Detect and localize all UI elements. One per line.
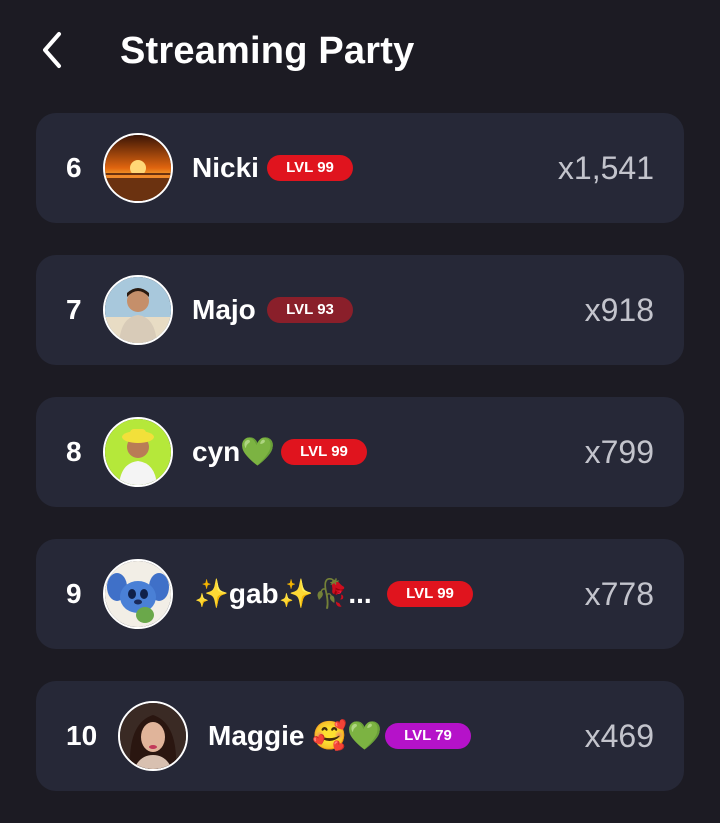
avatar[interactable] [103,417,173,487]
rank-number: 6 [66,152,82,183]
user-name: ✨gab✨🥀... [194,578,372,609]
level-badge: LVL 79 [385,723,471,749]
page-title: Streaming Party [120,30,415,72]
level-badge: LVL 99 [267,155,353,181]
gift-count: x918 [584,292,654,328]
user-name: Maggie 🥰💚 [208,720,382,751]
level-badge: LVL 99 [281,439,367,465]
back-button[interactable] [28,26,76,74]
rank-number: 10 [66,720,98,751]
list-item[interactable]: 10 Maggie 🥰💚 LVL 79 x469 [36,681,684,791]
rank-number: 8 [66,436,82,467]
rank-number: 7 [66,294,82,325]
chevron-left-icon [43,32,61,68]
user-name: Nicki [192,152,259,183]
gift-count: x469 [584,718,654,754]
header-bar: Streaming Party [0,0,720,100]
gift-count: x1,541 [557,150,654,186]
leaderboard-list: 6 Nicki LVL 99 x1,541 7 Majo LVL 93 x918… [36,113,684,823]
list-item[interactable]: 8 cyn💚 LVL 99 x799 [36,397,684,507]
user-name: cyn💚 [192,436,276,467]
gift-count: x778 [584,576,654,612]
avatar[interactable] [103,133,173,203]
gift-count: x799 [584,434,654,470]
list-item[interactable]: 6 Nicki LVL 99 x1,541 [36,113,684,223]
user-name: Majo [192,294,256,325]
level-badge: LVL 99 [387,581,473,607]
rank-number: 9 [66,578,82,609]
avatar[interactable] [103,559,173,629]
list-item[interactable]: 7 Majo LVL 93 x918 [36,255,684,365]
avatar[interactable] [103,275,173,345]
level-badge: LVL 93 [267,297,353,323]
avatar[interactable] [118,701,188,771]
list-item[interactable]: 9 ✨gab✨🥀... LVL 99 x778 [36,539,684,649]
